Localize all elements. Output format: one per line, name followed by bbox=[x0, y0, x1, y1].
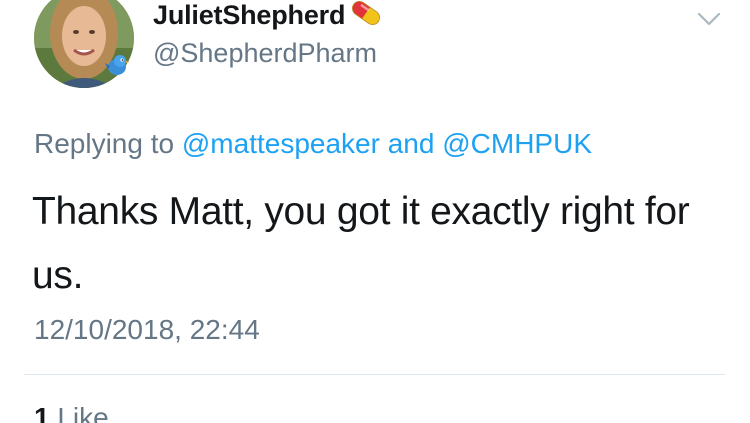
replying-prefix: Replying to bbox=[34, 128, 175, 159]
mention-link-cmhpuk[interactable]: @CMHPUK bbox=[442, 128, 592, 159]
tweet-timestamp[interactable]: 12/10/2018, 22:44 bbox=[34, 314, 260, 346]
bird-badge-icon bbox=[104, 52, 130, 78]
divider bbox=[24, 374, 725, 375]
replying-to-line: Replying to @mattespeaker and @CMHPUK bbox=[34, 128, 592, 160]
likes-stat[interactable]: 1 Like bbox=[34, 402, 109, 423]
author-display-name[interactable]: JulietShepherd bbox=[153, 0, 345, 31]
likes-count: 1 bbox=[34, 402, 50, 423]
pill-icon bbox=[347, 0, 385, 28]
tweet-text: Thanks Matt, you got it exactly right fo… bbox=[32, 190, 690, 297]
author-display-name-row[interactable]: JulietShepherd bbox=[153, 0, 385, 31]
chevron-down-icon[interactable] bbox=[696, 10, 722, 28]
replying-conjunction: and bbox=[387, 128, 435, 159]
likes-label: Like bbox=[57, 402, 109, 423]
author-handle[interactable]: @ShepherdPharm bbox=[153, 38, 377, 69]
mention-link-mattespeaker[interactable]: @mattespeaker bbox=[182, 128, 380, 159]
